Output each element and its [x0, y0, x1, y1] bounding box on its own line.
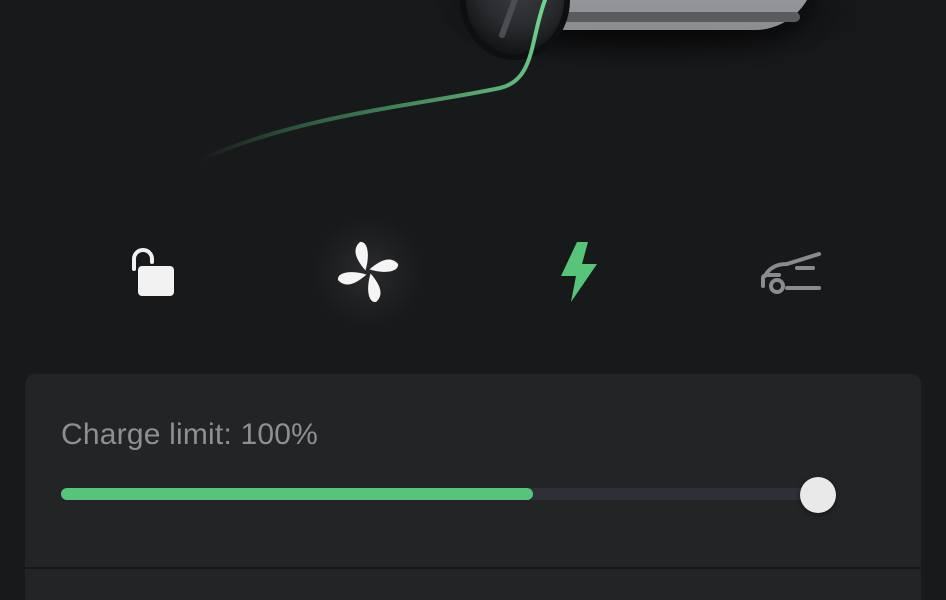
climate-glow [308, 212, 428, 332]
charge-limit-slider-thumb[interactable] [800, 477, 836, 513]
charging-screen: Charge limit: 100% [0, 0, 946, 600]
panel-divider [25, 567, 921, 569]
current-charge-fill [61, 488, 534, 500]
climate-button[interactable] [308, 212, 428, 332]
frunk-button[interactable] [742, 222, 842, 322]
car-image [0, 0, 946, 200]
charge-limit-label: Charge limit: 100% [61, 418, 319, 451]
frunk-open-icon [761, 252, 821, 294]
quick-controls [0, 212, 946, 332]
charge-button[interactable] [530, 222, 630, 322]
charge-limit-slider[interactable] [61, 488, 835, 500]
lightning-bolt-icon [561, 242, 597, 302]
charge-limit-panel: Charge limit: 100% [25, 374, 921, 600]
lock-button[interactable] [100, 222, 200, 322]
unlocked-padlock-icon [132, 248, 174, 296]
charge-cable [198, 0, 547, 162]
